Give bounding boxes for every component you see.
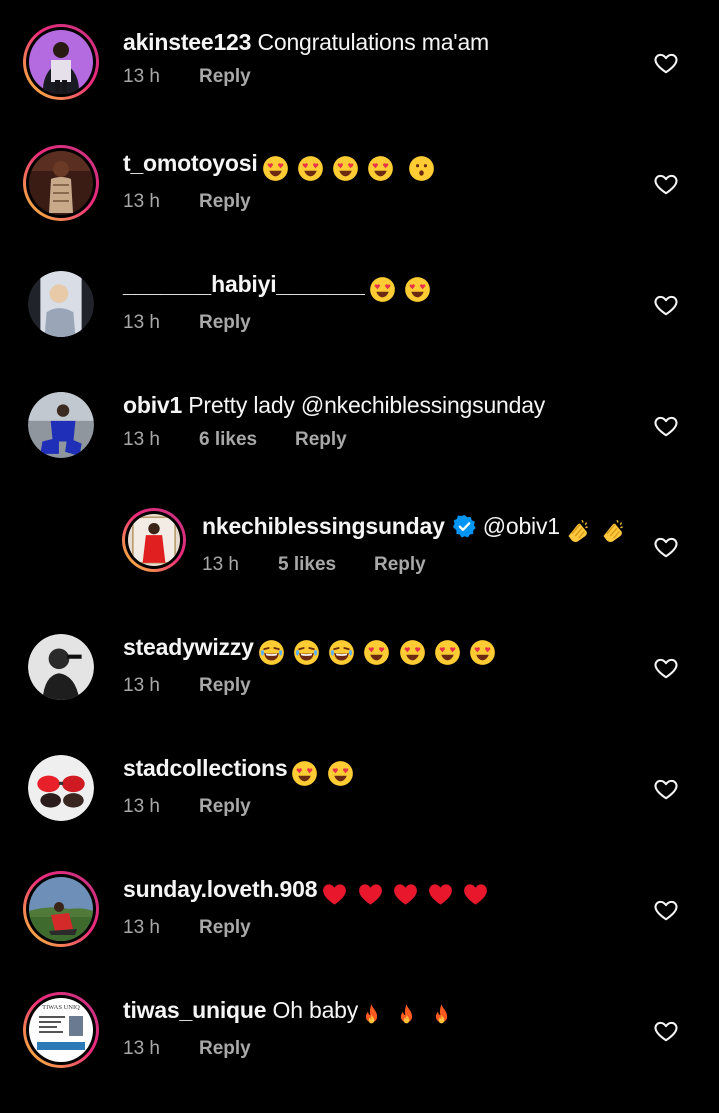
reply-button[interactable]: Reply: [374, 552, 426, 578]
like-heart-icon[interactable]: [653, 776, 679, 802]
comment-item: t_omotoyosi 13 h Reply: [0, 145, 719, 266]
comment-username[interactable]: obiv1: [123, 392, 182, 418]
comment-username[interactable]: _______habiyi_______: [123, 271, 365, 297]
red-heart-emoji-icon: [427, 881, 454, 908]
comment-time: 13 h: [123, 796, 160, 817]
like-heart-icon[interactable]: [653, 534, 679, 560]
comment-time: 13 h: [123, 429, 160, 450]
comment-text[interactable]: @obiv1: [483, 513, 560, 539]
comment-username[interactable]: stadcollections: [123, 755, 288, 781]
comment-text: Congratulations ma'am: [257, 29, 490, 55]
reply-button[interactable]: Reply: [199, 673, 251, 699]
comment-username[interactable]: tiwas_unique: [123, 997, 266, 1023]
heart-eyes-emoji-icon: [367, 155, 394, 182]
comment-time: 13 h: [123, 191, 160, 212]
laughing-emoji-icon: [293, 639, 320, 666]
avatar-logo-text: TIWAS UNIQ: [42, 1004, 80, 1011]
comment-username[interactable]: nkechiblessingsunday: [202, 513, 445, 539]
red-heart-emoji-icon: [321, 881, 348, 908]
heart-eyes-emoji-icon: [434, 639, 461, 666]
avatar[interactable]: [28, 271, 94, 337]
avatar[interactable]: [23, 145, 99, 221]
heart-eyes-emoji-icon: [399, 639, 426, 666]
red-heart-emoji-icon: [392, 881, 419, 908]
like-heart-icon[interactable]: [653, 171, 679, 197]
laughing-emoji-icon: [328, 639, 355, 666]
verified-badge-icon: [452, 514, 477, 539]
comment-item: stadcollections 13 h Reply: [0, 750, 719, 871]
heart-eyes-emoji-icon: [332, 155, 359, 182]
comment-item: steadywizzy 13 h Reply: [0, 629, 719, 750]
comment-emojis: [358, 998, 457, 1030]
reply-button[interactable]: Reply: [199, 64, 251, 90]
heart-eyes-emoji-icon: [363, 639, 390, 666]
reply-comment-item: nkechiblessingsunday @obiv1 13 h 5 likes Re…: [0, 508, 719, 629]
red-heart-emoji-icon: [357, 881, 384, 908]
heart-eyes-emoji-icon: [262, 155, 289, 182]
comment-time: 13 h: [202, 554, 239, 575]
comment-username[interactable]: t_omotoyosi: [123, 150, 258, 176]
like-heart-icon[interactable]: [653, 1018, 679, 1044]
avatar[interactable]: [28, 634, 94, 700]
avatar[interactable]: [23, 24, 99, 100]
red-heart-emoji-icon: [462, 881, 489, 908]
heart-eyes-emoji-icon: [404, 276, 431, 303]
comment-emojis: [258, 635, 498, 667]
like-heart-icon[interactable]: [653, 292, 679, 318]
comment-item: sunday.loveth.908 13 h Reply: [0, 871, 719, 992]
comment-emojis: [291, 756, 355, 788]
reply-button[interactable]: Reply: [199, 310, 251, 336]
clap-emoji-icon: [564, 518, 591, 545]
reply-button[interactable]: Reply: [199, 189, 251, 215]
avatar[interactable]: [28, 392, 94, 458]
fire-emoji-icon: [358, 1002, 385, 1029]
reply-button[interactable]: Reply: [199, 915, 251, 941]
comment-time: 13 h: [123, 917, 160, 938]
comment-item: obiv1 Pretty lady @nkechiblessingsunday …: [0, 387, 719, 508]
heart-eyes-emoji-icon: [369, 276, 396, 303]
reply-button[interactable]: Reply: [295, 427, 347, 453]
reply-button[interactable]: Reply: [199, 1036, 251, 1062]
comment-item: _______habiyi_______ 13 h Reply: [0, 266, 719, 387]
like-heart-icon[interactable]: [653, 897, 679, 923]
like-heart-icon[interactable]: [653, 413, 679, 439]
comment-emojis: [369, 272, 433, 304]
clap-emoji-icon: [599, 518, 626, 545]
comment-time: 13 h: [123, 675, 160, 696]
avatar[interactable]: [122, 508, 186, 572]
comment-time: 13 h: [123, 312, 160, 333]
likes-count[interactable]: 6 likes: [199, 427, 295, 453]
comment-time: 13 h: [123, 66, 160, 87]
surprised-emoji-icon: [408, 155, 435, 182]
avatar[interactable]: [28, 755, 94, 821]
comment-username[interactable]: sunday.loveth.908: [123, 876, 318, 902]
avatar[interactable]: [23, 871, 99, 947]
comment-emojis: [564, 514, 628, 546]
reply-button[interactable]: Reply: [199, 794, 251, 820]
like-heart-icon[interactable]: [653, 50, 679, 76]
avatar[interactable]: TIWAS UNIQ: [23, 992, 99, 1068]
comment-emojis: [262, 151, 438, 183]
laughing-emoji-icon: [258, 639, 285, 666]
comment-emojis: [321, 877, 491, 909]
heart-eyes-emoji-icon: [327, 760, 354, 787]
comment-time: 13 h: [123, 1038, 160, 1059]
comment-item: TIWAS UNIQ tiwas_unique Oh baby 13 h Repl…: [0, 992, 719, 1113]
fire-emoji-icon: [428, 1002, 455, 1029]
heart-eyes-emoji-icon: [469, 639, 496, 666]
heart-eyes-emoji-icon: [297, 155, 324, 182]
like-heart-icon[interactable]: [653, 655, 679, 681]
fire-emoji-icon: [393, 1002, 420, 1029]
comment-username[interactable]: akinstee123: [123, 29, 251, 55]
comment-text[interactable]: Pretty lady @nkechiblessingsunday: [188, 392, 545, 418]
likes-count[interactable]: 5 likes: [278, 552, 374, 578]
comment-username[interactable]: steadywizzy: [123, 634, 254, 660]
comment-text: Oh baby: [272, 997, 359, 1023]
comment-item: akinstee123 Congratulations ma'am 13 h Re…: [0, 24, 719, 145]
heart-eyes-emoji-icon: [291, 760, 318, 787]
